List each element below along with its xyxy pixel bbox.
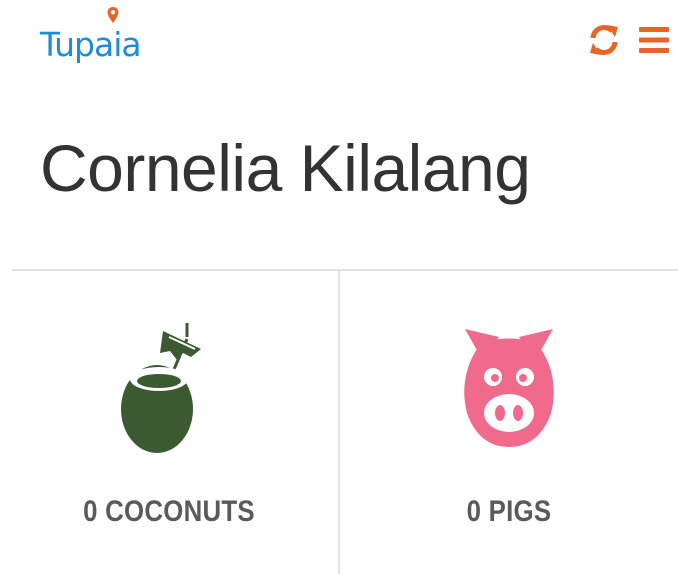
menu-icon — [639, 27, 669, 53]
refresh-button[interactable] — [586, 22, 622, 58]
menu-button[interactable] — [636, 22, 672, 58]
stats-grid: 0 COCONUTS 0 PIGS — [0, 271, 678, 574]
logo-text: Tupaia — [40, 24, 142, 64]
refresh-icon — [590, 25, 618, 55]
map-pin-icon — [107, 7, 119, 23]
tupaia-logo[interactable]: Tupaia — [40, 7, 142, 70]
coconut-icon — [121, 323, 201, 453]
pig-count-label: 0 PIGS — [466, 495, 552, 528]
stat-tile-pigs[interactable]: 0 PIGS — [338, 271, 678, 574]
header-actions — [586, 18, 672, 62]
coconut-count-label: 0 COCONUTS — [83, 495, 255, 528]
pig-icon — [464, 329, 554, 447]
stat-tile-coconuts[interactable]: 0 COCONUTS — [0, 271, 338, 574]
app-header: Tupaia — [0, 0, 678, 90]
page-title: Cornelia Kilalang — [40, 131, 531, 205]
